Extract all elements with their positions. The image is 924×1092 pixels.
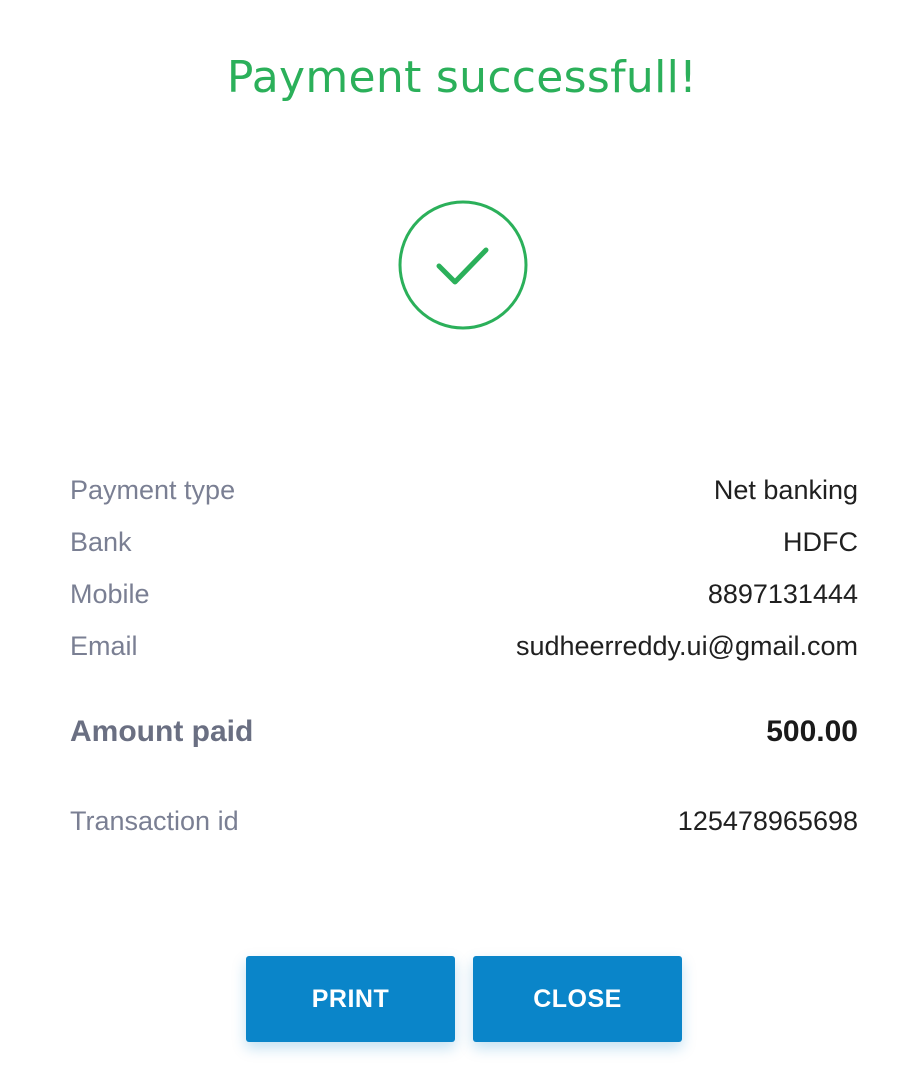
check-circle-icon <box>397 199 529 331</box>
print-button[interactable]: PRINT <box>246 956 455 1042</box>
bank-value: HDFC <box>783 527 858 557</box>
mobile-label: Mobile <box>70 579 150 609</box>
payment-type-label: Payment type <box>70 475 236 505</box>
email-value: sudheerreddy.ui@gmail.com <box>515 631 858 661</box>
detail-row-mobile: Mobile 8897131444 <box>70 577 858 611</box>
transaction-id-value: 125478965698 <box>677 806 858 836</box>
page-title: Payment successfull! <box>226 52 698 103</box>
action-buttons: PRINT CLOSE <box>246 956 682 1042</box>
close-button[interactable]: CLOSE <box>473 956 682 1042</box>
payment-success-dialog: Payment successfull! Payment type Net ba… <box>0 0 924 1092</box>
bank-label: Bank <box>70 527 132 557</box>
detail-row-amount-paid: Amount paid 500.00 <box>70 715 858 749</box>
amount-paid-value: 500.00 <box>766 715 858 748</box>
amount-paid-label: Amount paid <box>70 715 254 748</box>
payment-type-value: Net banking <box>713 475 858 505</box>
mobile-value: 8897131444 <box>707 579 858 609</box>
transaction-id-label: Transaction id <box>70 806 239 836</box>
detail-row-payment-type: Payment type Net banking <box>70 473 858 507</box>
detail-row-email: Email sudheerreddy.ui@gmail.com <box>70 629 858 663</box>
detail-row-transaction-id: Transaction id 125478965698 <box>70 804 858 838</box>
detail-row-bank: Bank HDFC <box>70 525 858 559</box>
email-label: Email <box>70 631 138 661</box>
